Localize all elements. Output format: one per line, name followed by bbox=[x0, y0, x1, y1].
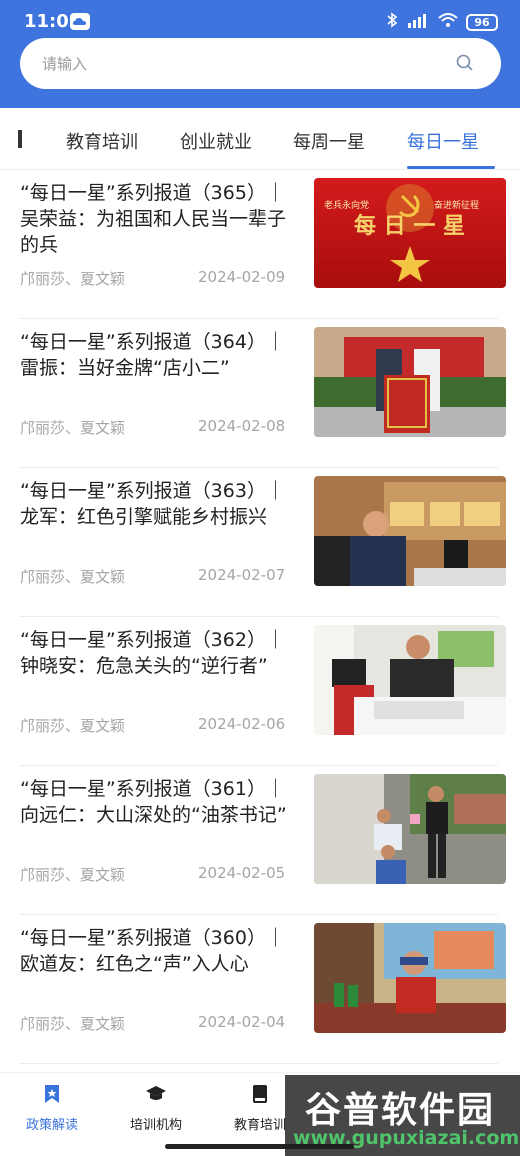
article-title[interactable]: “每日一星”系列报道（360）｜欧道友：红色之“声”入人心 bbox=[20, 925, 296, 977]
article-date: 2024-02-04 bbox=[198, 1013, 286, 1031]
article-date: 2024-02-06 bbox=[198, 715, 286, 733]
article-title[interactable]: “每日一星”系列报道（363）｜龙军：红色引擎赋能乡村振兴 bbox=[20, 478, 296, 530]
list-item[interactable]: “每日一星”系列报道（361）｜向远仁：大山深处的“油茶书记” 邝丽莎、夏文颖 … bbox=[0, 766, 520, 915]
thumb-caption-right: 奋进新征程 bbox=[434, 199, 479, 211]
article-title[interactable]: “每日一星”系列报道（365）｜吴荣益：为祖国和人民当一辈子的兵 bbox=[20, 180, 296, 258]
tab-entrepreneurship[interactable]: 创业就业 bbox=[180, 128, 252, 154]
article-thumbnail[interactable] bbox=[314, 774, 506, 884]
graduation-cap-icon bbox=[145, 1083, 167, 1105]
article-authors: 邝丽莎、夏文颖 bbox=[20, 419, 126, 437]
tab-daily-star[interactable]: 每日一星 bbox=[407, 128, 479, 154]
list-item[interactable]: “每日一星”系列报道（362）｜钟晓安：危急关头的“逆行者” 邝丽莎、夏文颖 2… bbox=[0, 617, 520, 766]
watermark-url: www.gupuxiazai.com bbox=[293, 1127, 520, 1149]
article-authors: 邝丽莎、夏文颖 bbox=[20, 717, 126, 735]
status-bar: 11:01 96 bbox=[0, 0, 520, 40]
article-authors: 邝丽莎、夏文颖 bbox=[20, 568, 126, 586]
watermark-brand: 谷普软件园 bbox=[305, 1090, 496, 1131]
nav-label: 政策解读 bbox=[25, 1118, 78, 1133]
status-icons: 96 bbox=[386, 12, 498, 32]
bookmark-icon bbox=[41, 1083, 63, 1105]
article-thumbnail[interactable] bbox=[314, 476, 506, 586]
thumb-caption-left: 老兵永向党 bbox=[324, 199, 369, 211]
search-input[interactable]: 请输入 bbox=[20, 38, 501, 89]
tab-education-training[interactable]: 教育培训 bbox=[66, 128, 138, 154]
thumb-text: 每 日 一 星 bbox=[354, 213, 465, 239]
article-title[interactable]: “每日一星”系列报道（361）｜向远仁：大山深处的“油茶书记” bbox=[20, 776, 296, 828]
list-item[interactable]: “每日一星”系列报道（364）｜雷振：当好金牌“店小二” 邝丽莎、夏文颖 202… bbox=[0, 319, 520, 468]
nav-label: 培训机构 bbox=[129, 1118, 182, 1133]
watermark: 谷普软件园 www.gupuxiazai.com bbox=[285, 1075, 520, 1156]
article-date: 2024-02-08 bbox=[198, 417, 286, 435]
category-tabs: 教育培训 创业就业 每周一星 每日一星 bbox=[0, 108, 520, 170]
article-thumbnail[interactable] bbox=[314, 327, 506, 437]
article-authors: 邝丽莎、夏文颖 bbox=[20, 270, 126, 288]
article-date: 2024-02-05 bbox=[198, 864, 286, 882]
nav-policy[interactable]: 政策解读 bbox=[0, 1083, 104, 1133]
active-tab-indicator bbox=[407, 166, 495, 169]
article-thumbnail[interactable] bbox=[314, 625, 506, 735]
tab-partial-edge[interactable] bbox=[18, 130, 22, 148]
battery-icon: 96 bbox=[466, 13, 498, 31]
signal-icon bbox=[406, 12, 430, 32]
article-thumbnail[interactable]: 每 日 一 星 老兵永向党 奋进新征程 bbox=[314, 178, 506, 288]
cloud-icon bbox=[70, 13, 90, 30]
article-authors: 邝丽莎、夏文颖 bbox=[20, 1015, 126, 1033]
search-placeholder: 请输入 bbox=[42, 55, 88, 73]
article-authors: 邝丽莎、夏文颖 bbox=[20, 866, 126, 884]
article-title[interactable]: “每日一星”系列报道（362）｜钟晓安：危急关头的“逆行者” bbox=[20, 627, 296, 679]
app-header: 11:01 96 请输入 bbox=[0, 0, 520, 108]
article-title[interactable]: “每日一星”系列报道（364）｜雷振：当好金牌“店小二” bbox=[20, 329, 296, 381]
article-thumbnail[interactable] bbox=[314, 923, 506, 1033]
article-date: 2024-02-07 bbox=[198, 566, 286, 584]
bluetooth-icon bbox=[386, 12, 398, 32]
search-icon[interactable] bbox=[455, 53, 475, 73]
nav-training-institutions[interactable]: 培训机构 bbox=[104, 1083, 208, 1133]
list-item[interactable]: “每日一星”系列报道（363）｜龙军：红色引擎赋能乡村振兴 邝丽莎、夏文颖 20… bbox=[0, 468, 520, 617]
divider bbox=[20, 1063, 498, 1064]
wifi-icon bbox=[438, 12, 458, 32]
list-item[interactable]: “每日一星”系列报道（365）｜吴荣益：为祖国和人民当一辈子的兵 邝丽莎、夏文颖… bbox=[0, 170, 520, 319]
book-icon bbox=[249, 1083, 271, 1105]
article-date: 2024-02-09 bbox=[198, 268, 286, 286]
list-item[interactable]: “每日一星”系列报道（360）｜欧道友：红色之“声”入人心 邝丽莎、夏文颖 20… bbox=[0, 915, 520, 1064]
tab-weekly-star[interactable]: 每周一星 bbox=[293, 128, 365, 154]
